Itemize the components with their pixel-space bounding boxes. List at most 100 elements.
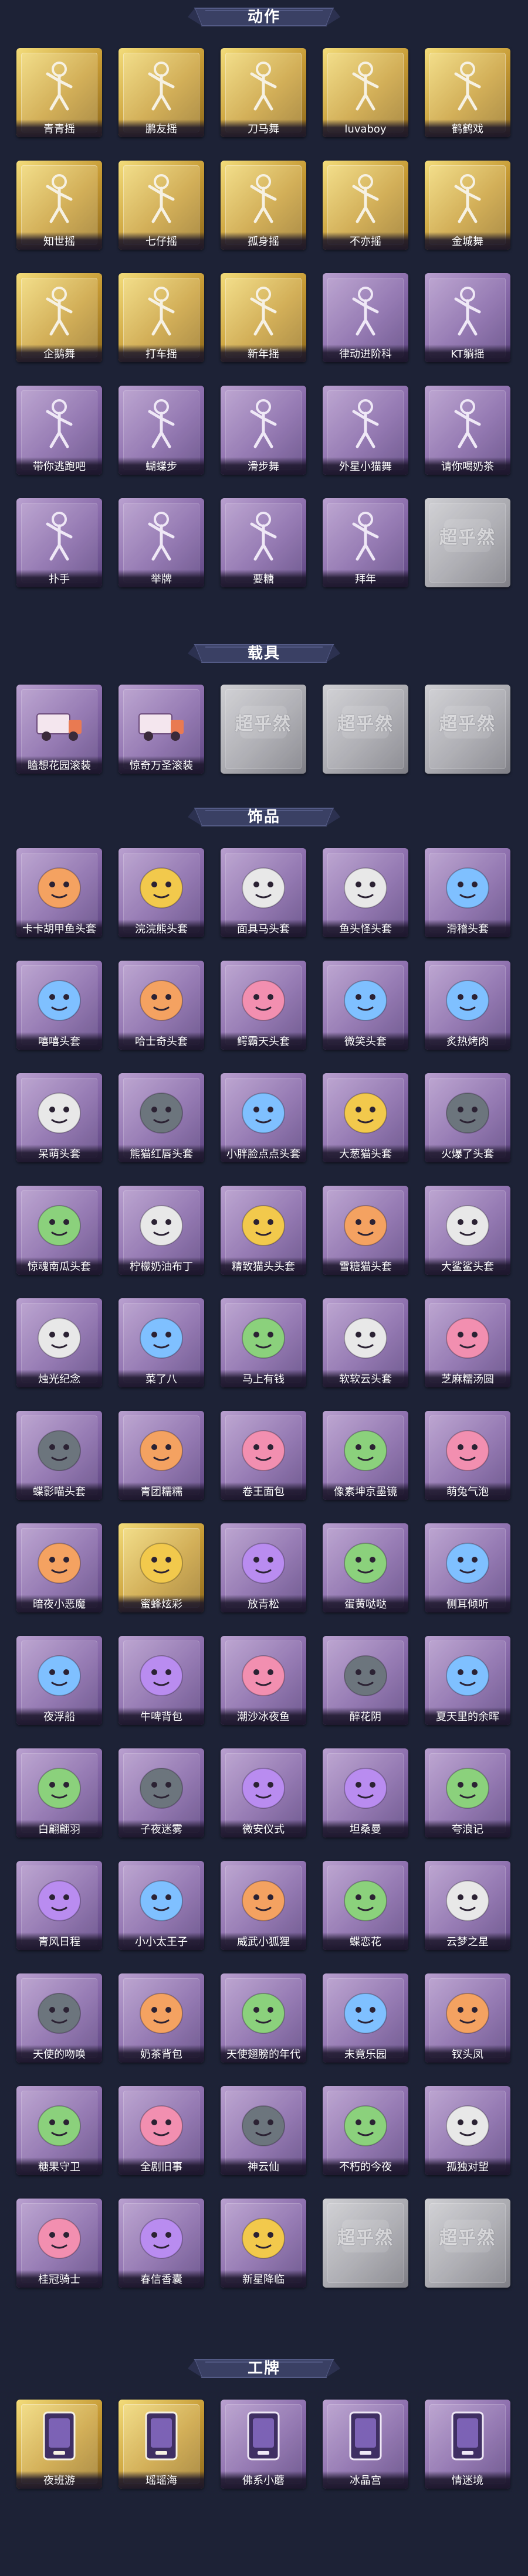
item-card[interactable]: 不亦摇 [323, 161, 408, 250]
item-card[interactable]: 刀马舞 [221, 48, 306, 137]
item-card[interactable]: 未竟乐园 [323, 1973, 408, 2063]
item-card[interactable]: 青青摇 [16, 48, 102, 137]
item-card[interactable]: 奶茶背包 [119, 1973, 204, 2063]
item-card[interactable]: 孤身摇 [221, 161, 306, 250]
item-card[interactable]: 蜜蜂炫彩 [119, 1523, 204, 1612]
item-card[interactable]: 孤独对望 [425, 2086, 510, 2175]
item-card[interactable]: 威武小狐狸 [221, 1861, 306, 1950]
item-card[interactable]: 马上有钱 [221, 1298, 306, 1387]
item-card[interactable]: 天使的吻唤 [16, 1973, 102, 2063]
item-card[interactable]: 蝶影喵头套 [16, 1411, 102, 1500]
item-card[interactable]: 呆萌头套 [16, 1073, 102, 1162]
item-card[interactable]: 糖果守卫 [16, 2086, 102, 2175]
item-card[interactable]: 知世摇 [16, 161, 102, 250]
item-card[interactable]: 大葱猫头套 [323, 1073, 408, 1162]
item-card[interactable]: 夜班游 [16, 2400, 102, 2489]
item-card[interactable]: 白翩翩羽 [16, 1748, 102, 1837]
item-card[interactable]: 瞌想花园滚装 [16, 685, 102, 774]
item-card[interactable]: 夏天里的余晖 [425, 1636, 510, 1725]
locked-item-card[interactable]: 超乎然 [323, 2199, 408, 2288]
locked-item-card[interactable]: 超乎然 [425, 498, 510, 587]
item-card[interactable]: 暗夜小恶魔 [16, 1523, 102, 1612]
item-card[interactable]: 菜了八 [119, 1298, 204, 1387]
item-card[interactable]: KT躺摇 [425, 273, 510, 362]
item-card[interactable]: 烛光纪念 [16, 1298, 102, 1387]
item-card[interactable]: 卡卡胡甲鱼头套 [16, 848, 102, 937]
item-card[interactable]: 企鹅舞 [16, 273, 102, 362]
item-card[interactable]: 滑稽头套 [425, 848, 510, 937]
item-card[interactable]: 惊魂南瓜头套 [16, 1186, 102, 1275]
item-card[interactable]: 鹤鹤戏 [425, 48, 510, 137]
item-card[interactable]: 云梦之星 [425, 1861, 510, 1950]
locked-item-card[interactable]: 超乎然 [323, 685, 408, 774]
item-card[interactable]: 芝麻糯汤圆 [425, 1298, 510, 1387]
item-card[interactable]: 桂冠骑士 [16, 2199, 102, 2288]
item-card[interactable]: 新年摇 [221, 273, 306, 362]
item-card[interactable]: 请你喝奶茶 [425, 386, 510, 475]
item-card[interactable]: 雪糖猫头套 [323, 1186, 408, 1275]
item-card[interactable]: 天使翅膀的年代 [221, 1973, 306, 2063]
item-card[interactable]: 火爆了头套 [425, 1073, 510, 1162]
item-card[interactable]: 嘻嘻头套 [16, 961, 102, 1050]
item-card[interactable]: 外星小猫舞 [323, 386, 408, 475]
item-card[interactable]: 七仔摇 [119, 161, 204, 250]
item-card[interactable]: 浣浣熊头套 [119, 848, 204, 937]
item-card[interactable]: 蝴蝶步 [119, 386, 204, 475]
item-card[interactable]: 扑手 [16, 498, 102, 587]
item-card[interactable]: 惊奇万圣滚装 [119, 685, 204, 774]
item-card[interactable]: 小胖脸点点头套 [221, 1073, 306, 1162]
item-card[interactable]: 精致猫头头套 [221, 1186, 306, 1275]
item-card[interactable]: 青风日程 [16, 1861, 102, 1950]
locked-item-card[interactable]: 超乎然 [221, 685, 306, 774]
item-card[interactable]: 瑶瑶海 [119, 2400, 204, 2489]
item-card[interactable]: 律动进阶科 [323, 273, 408, 362]
item-card[interactable]: 卷王面包 [221, 1411, 306, 1500]
item-card[interactable]: 侧耳倾听 [425, 1523, 510, 1612]
item-card[interactable]: 坦桑曼 [323, 1748, 408, 1837]
item-card[interactable]: 子夜迷雾 [119, 1748, 204, 1837]
item-card[interactable]: 大鲨鲨头套 [425, 1186, 510, 1275]
item-card[interactable]: 全剧旧事 [119, 2086, 204, 2175]
item-card[interactable]: 滑步舞 [221, 386, 306, 475]
item-card[interactable]: 带你逃跑吧 [16, 386, 102, 475]
item-card[interactable]: 举牌 [119, 498, 204, 587]
item-card[interactable]: 熊猫红唇头套 [119, 1073, 204, 1162]
item-card[interactable]: 面具马头套 [221, 848, 306, 937]
item-card[interactable]: 鱼头怪头套 [323, 848, 408, 937]
locked-item-card[interactable]: 超乎然 [425, 685, 510, 774]
item-card[interactable]: 拜年 [323, 498, 408, 587]
item-card[interactable]: 情迷境 [425, 2400, 510, 2489]
locked-item-card[interactable]: 超乎然 [425, 2199, 510, 2288]
item-card[interactable]: 放青松 [221, 1523, 306, 1612]
item-card[interactable]: 冰晶宫 [323, 2400, 408, 2489]
item-card[interactable]: 打车摇 [119, 273, 204, 362]
item-card[interactable]: 像素坤京墨镜 [323, 1411, 408, 1500]
item-card[interactable]: 小小太王子 [119, 1861, 204, 1950]
item-card[interactable]: 蝶恋花 [323, 1861, 408, 1950]
item-card[interactable]: 不朽的今夜 [323, 2086, 408, 2175]
item-card[interactable]: 金城舞 [425, 161, 510, 250]
item-card[interactable]: 青团糯糯 [119, 1411, 204, 1500]
item-card[interactable]: 钗头凤 [425, 1973, 510, 2063]
item-card[interactable]: 要糖 [221, 498, 306, 587]
item-card[interactable]: 微安仪式 [221, 1748, 306, 1837]
item-card[interactable]: 柠檬奶油布丁 [119, 1186, 204, 1275]
item-card[interactable]: 佛系小蘑 [221, 2400, 306, 2489]
item-card[interactable]: luvaboy [323, 48, 408, 137]
item-card[interactable]: 春信香囊 [119, 2199, 204, 2288]
item-card[interactable]: 炙热烤肉 [425, 961, 510, 1050]
item-card[interactable]: 蛋黄哒哒 [323, 1523, 408, 1612]
item-card[interactable]: 软软云头套 [323, 1298, 408, 1387]
item-card[interactable]: 哈士奇头套 [119, 961, 204, 1050]
item-card[interactable]: 夜浮船 [16, 1636, 102, 1725]
item-card[interactable]: 微笑头套 [323, 961, 408, 1050]
item-card[interactable]: 萌兔气泡 [425, 1411, 510, 1500]
item-card[interactable]: 新星降临 [221, 2199, 306, 2288]
item-card[interactable]: 夸浪记 [425, 1748, 510, 1837]
item-card[interactable]: 鳄霸天头套 [221, 961, 306, 1050]
item-card[interactable]: 鹏友摇 [119, 48, 204, 137]
item-card[interactable]: 醉花阴 [323, 1636, 408, 1725]
item-card[interactable]: 神云仙 [221, 2086, 306, 2175]
item-card[interactable]: 潮沙冰夜鱼 [221, 1636, 306, 1725]
item-card[interactable]: 牛啤背包 [119, 1636, 204, 1725]
